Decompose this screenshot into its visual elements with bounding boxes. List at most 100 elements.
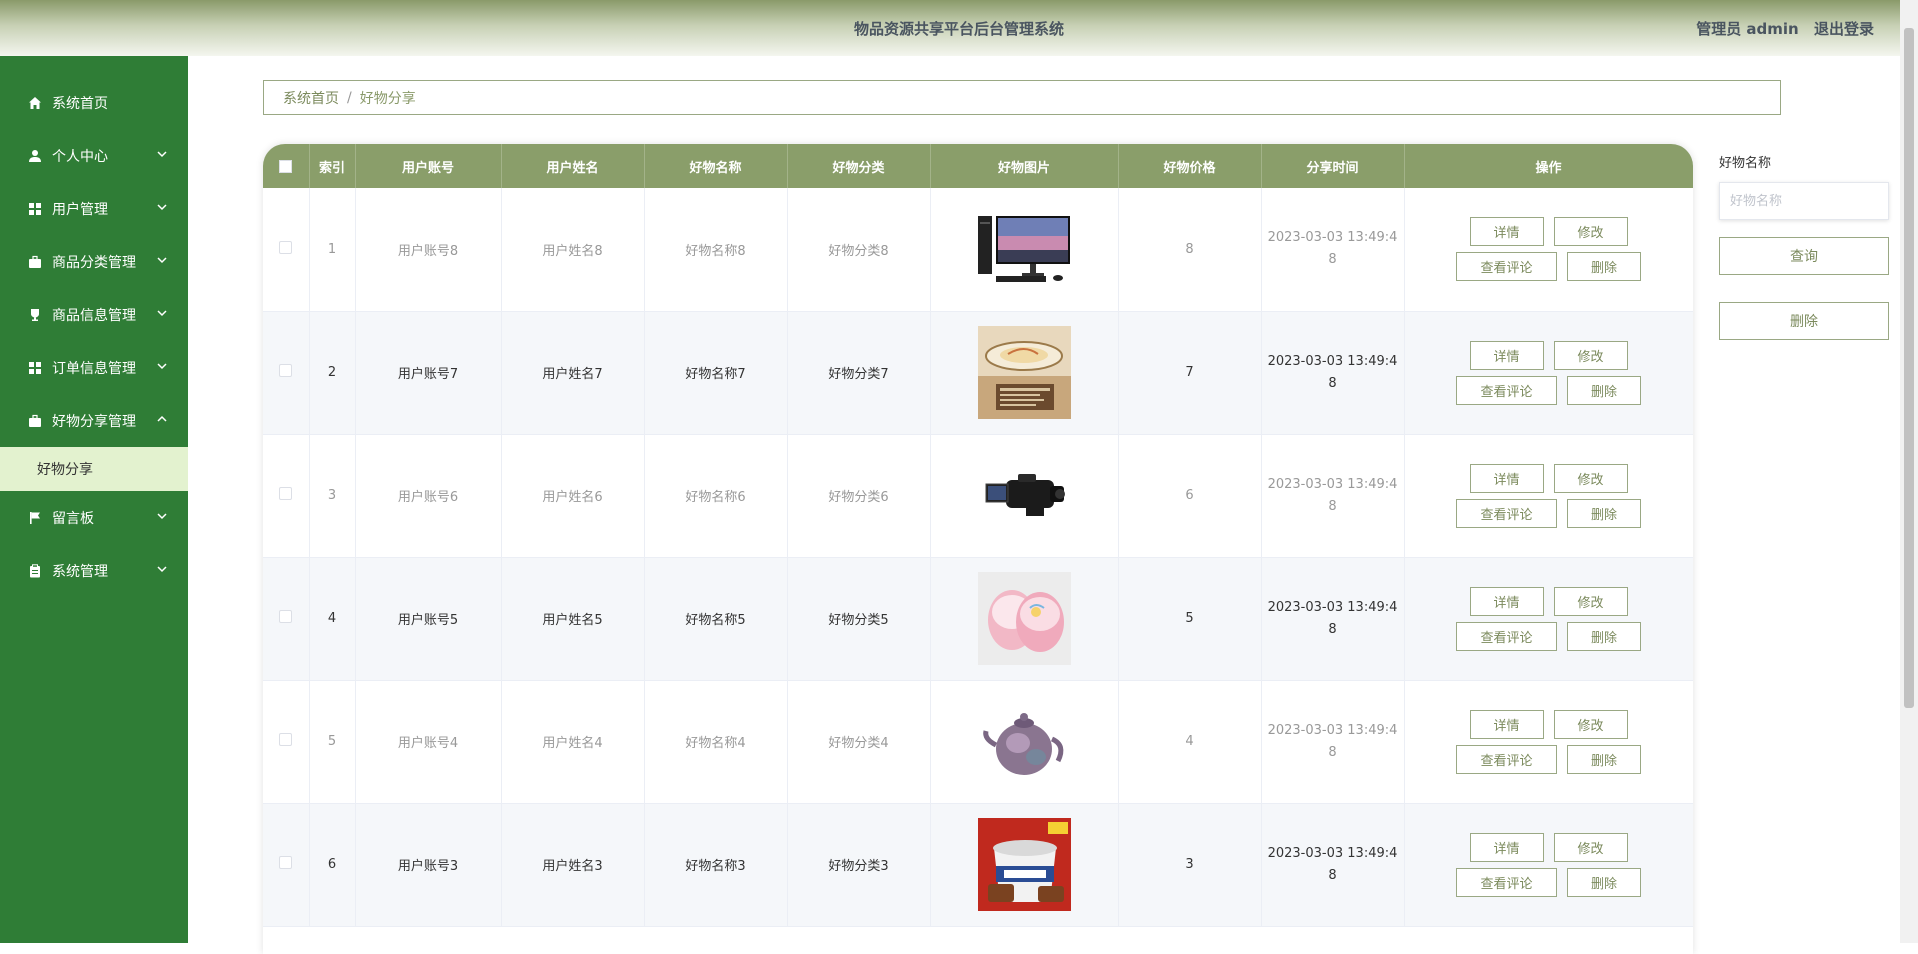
delete-button[interactable]: 删除 (1567, 621, 1641, 651)
breadcrumb: 系统首页 / 好物分享 (263, 80, 1781, 115)
view-comments-button[interactable]: 查看评论 (1456, 744, 1557, 774)
search-input[interactable] (1719, 182, 1889, 220)
actions-cell: 详情 修改查看评论 删除 (1404, 188, 1693, 312)
row-checkbox[interactable] (279, 610, 293, 623)
item-name-cell: 好物名称6 (644, 434, 788, 558)
time-cell: 2023-03-03 13:49:4 8 (1261, 434, 1405, 558)
view-comments-button[interactable]: 查看评论 (1456, 621, 1557, 651)
name-cell: 用户姓名6 (501, 434, 645, 558)
sidebar-item-label: 商品分类管理 (52, 254, 136, 271)
edit-button[interactable]: 修改 (1553, 340, 1628, 370)
row-checkbox[interactable] (279, 733, 293, 746)
row-checkbox[interactable] (279, 487, 293, 500)
table-row[interactable]: 2 用户账号7 用户姓名7 好物名称7 好物分类7 7 2023-03-03 13:49:4… (263, 311, 1693, 435)
account-cell: 用户账号5 (355, 557, 502, 681)
row-select-cell (263, 188, 310, 312)
delete-button[interactable]: 删除 (1567, 867, 1641, 897)
detail-button[interactable]: 详情 (1469, 709, 1544, 739)
delete-button[interactable]: 删除 (1567, 252, 1641, 282)
table-row[interactable]: 3 用户账号6 用户姓名6 好物名称6 好物分类6 6 2023-03-03 13:49:4… (263, 434, 1693, 558)
edit-button[interactable]: 修改 (1553, 217, 1628, 247)
user-area: 管理员 admin 退出登录 (1686, 18, 1874, 39)
scrollbar-thumb[interactable] (1904, 28, 1914, 708)
logout-link[interactable]: 退出登录 (1814, 20, 1874, 38)
table-row[interactable]: 5 用户账号4 用户姓名4 好物名称4 好物分类4 4 2023-03-03 13:49:4… (263, 680, 1693, 804)
slippers-image (977, 572, 1071, 665)
query-button[interactable]: 查询 (1719, 237, 1889, 275)
image-cell (930, 311, 1119, 435)
briefcase-icon (28, 414, 42, 428)
name-cell: 用户姓名3 (501, 803, 645, 927)
detail-button[interactable]: 详情 (1469, 832, 1544, 862)
sidebar-item-orders[interactable]: 订单信息管理 (0, 341, 188, 394)
edit-button[interactable]: 修改 (1553, 709, 1628, 739)
sidebar-item-system[interactable]: 系统管理 (0, 544, 188, 597)
name-cell: 用户姓名4 (501, 680, 645, 804)
account-cell: 用户账号6 (355, 434, 502, 558)
chevron-down-icon (156, 201, 168, 213)
chevron-down-icon (156, 510, 168, 522)
delete-button[interactable]: 删除 (1567, 498, 1641, 528)
time-line: 2023-03-03 13:49:4 (1267, 599, 1398, 615)
column-header: 索引 (309, 144, 356, 188)
detail-button[interactable]: 详情 (1469, 217, 1544, 247)
price-cell: 5 (1118, 557, 1262, 681)
view-comments-button[interactable]: 查看评论 (1456, 867, 1557, 897)
index-cell: 4 (309, 557, 356, 681)
time-line: 8 (1328, 252, 1337, 268)
view-comments-button[interactable]: 查看评论 (1456, 498, 1557, 528)
trophy-icon (28, 308, 42, 322)
sidebar-item-label: 好物分享 (37, 462, 93, 478)
delete-button[interactable]: 删除 (1567, 744, 1641, 774)
image-cell (930, 434, 1119, 558)
view-comments-button[interactable]: 查看评论 (1456, 375, 1557, 405)
sidebar-item-users[interactable]: 用户管理 (0, 182, 188, 235)
app-title: 物品资源共享平台后台管理系统 (853, 20, 1064, 38)
price-cell: 4 (1118, 680, 1262, 804)
sidebar-item-label: 好物分享管理 (52, 413, 136, 430)
admin-label: 管理员 admin (1696, 20, 1799, 38)
row-checkbox[interactable] (279, 364, 293, 377)
detail-button[interactable]: 详情 (1469, 463, 1544, 493)
select-all-checkbox[interactable] (279, 159, 293, 173)
detail-button[interactable]: 详情 (1469, 586, 1544, 616)
price-cell: 7 (1118, 311, 1262, 435)
sidebar-item-product[interactable]: 商品信息管理 (0, 288, 188, 341)
delete-button[interactable]: 删除 (1567, 375, 1641, 405)
view-comments-button[interactable]: 查看评论 (1456, 252, 1557, 282)
row-select-cell (263, 434, 310, 558)
sidebar-item-message-board[interactable]: 留言板 (0, 491, 188, 544)
sidebar-item-category[interactable]: 商品分类管理 (0, 235, 188, 288)
sidebar-item-personal-center[interactable]: 个人中心 (0, 129, 188, 182)
sidebar-menu: 系统首页 个人中心 用户管理 商品分类管理 商品信息管理 订单信息管理 好物分享… (0, 56, 188, 943)
sidebar-item-share-management[interactable]: 好物分享管理 (0, 394, 188, 447)
column-header: 分享时间 (1261, 144, 1405, 188)
camcorder-image (978, 449, 1071, 542)
page-scrollbar[interactable] (1900, 0, 1918, 943)
batch-delete-button[interactable]: 删除 (1719, 302, 1889, 340)
chevron-down-icon (156, 148, 168, 160)
edit-button[interactable]: 修改 (1553, 832, 1628, 862)
table-header-row: 索引 用户账号 用户姓名 好物名称 好物分类 好物图片 好物价格 分享时间 操作 (263, 144, 1693, 188)
account-cell: 用户账号4 (355, 680, 502, 804)
breadcrumb-home[interactable]: 系统首页 (283, 88, 339, 108)
top-header: 物品资源共享平台后台管理系统 管理员 admin 退出登录 (0, 0, 1918, 56)
table-row[interactable]: 6 用户账号3 用户姓名3 好物名称3 好物分类3 3 2023-03-03 13:49:4… (263, 803, 1693, 927)
table-row[interactable]: 4 用户账号5 用户姓名5 好物名称5 好物分类5 5 2023-03-03 13:49:4… (263, 557, 1693, 681)
table-row[interactable]: 1 用户账号8 用户姓名8 好物名称8 好物分类8 8 2023-03-03 13:49:4… (263, 188, 1693, 312)
detail-button[interactable]: 详情 (1469, 340, 1544, 370)
teapot-image (977, 695, 1071, 788)
name-cell: 用户姓名8 (501, 188, 645, 312)
row-checkbox[interactable] (279, 856, 293, 869)
time-cell: 2023-03-03 13:49:4 8 (1261, 680, 1405, 804)
row-checkbox[interactable] (279, 240, 293, 254)
actions-cell: 详情 修改查看评论 删除 (1404, 311, 1693, 435)
edit-button[interactable]: 修改 (1553, 463, 1628, 493)
category-cell: 好物分类7 (787, 311, 931, 435)
breadcrumb-current: 好物分享 (359, 90, 416, 107)
sidebar-subitem-share[interactable]: 好物分享 (0, 447, 188, 491)
edit-button[interactable]: 修改 (1553, 586, 1628, 616)
sidebar-item-home[interactable]: 系统首页 (0, 76, 188, 129)
column-header: 操作 (1404, 144, 1693, 188)
row-select-cell (263, 557, 310, 681)
